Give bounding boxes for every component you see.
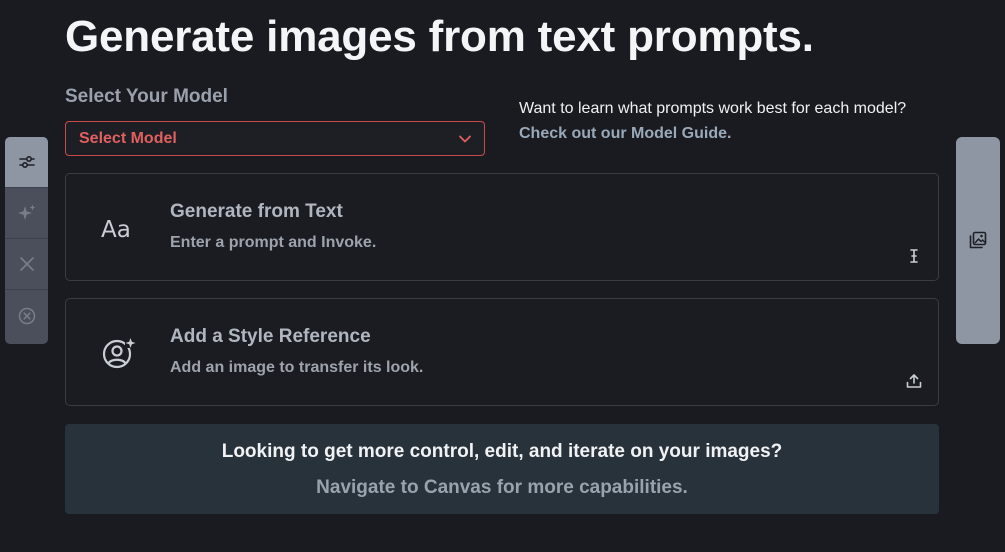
left-toolbar (5, 137, 48, 344)
model-guide-prompt: Want to learn what prompts work best for… (519, 100, 907, 117)
svg-text:Aa: Aa (101, 217, 131, 243)
invoke-button[interactable] (5, 188, 48, 239)
canvas-banner: Looking to get more control, edit, and i… (65, 424, 939, 514)
card-subtitle: Add an image to transfer its look. (170, 359, 424, 376)
card-title: Generate from Text (170, 201, 343, 222)
settings-panel-button[interactable] (5, 137, 48, 188)
gallery-panel-toggle[interactable] (956, 137, 1000, 344)
x-icon (19, 257, 34, 271)
page: Generate images from text prompts. Selec… (0, 0, 1005, 552)
cancel-button[interactable] (5, 239, 48, 290)
chevron-down-icon (459, 135, 471, 142)
card-subtitle: Enter a prompt and Invoke. (170, 234, 377, 251)
navigate-to-canvas-link[interactable]: Navigate to Canvas for more capabilities… (65, 477, 939, 499)
sparkle-icon (17, 204, 35, 220)
x-circle-icon (18, 307, 35, 324)
model-guide-text: Want to learn what prompts work best for… (519, 96, 939, 146)
canvas-banner-heading: Looking to get more control, edit, and i… (221, 441, 783, 462)
user-sparkle-icon (102, 337, 136, 369)
cancel-all-button[interactable] (5, 290, 48, 341)
card-title: Add a Style Reference (170, 326, 371, 347)
page-title: Generate images from text prompts. (65, 12, 814, 61)
model-guide-link[interactable]: Check out our Model Guide. (519, 125, 731, 142)
sliders-icon (18, 155, 35, 169)
model-select[interactable]: Select Model (65, 121, 485, 156)
text-cursor-icon (910, 249, 918, 263)
upload-icon (906, 374, 922, 388)
model-select-value: Select Model (79, 129, 177, 147)
images-icon (969, 231, 987, 249)
generate-from-text-card[interactable]: Aa Generate from Text Enter a prompt and… (65, 173, 939, 281)
style-reference-card[interactable]: Add a Style Reference Add an image to tr… (65, 298, 939, 406)
text-aa-icon: Aa (101, 217, 131, 243)
model-section-label: Select Your Model (65, 86, 228, 107)
